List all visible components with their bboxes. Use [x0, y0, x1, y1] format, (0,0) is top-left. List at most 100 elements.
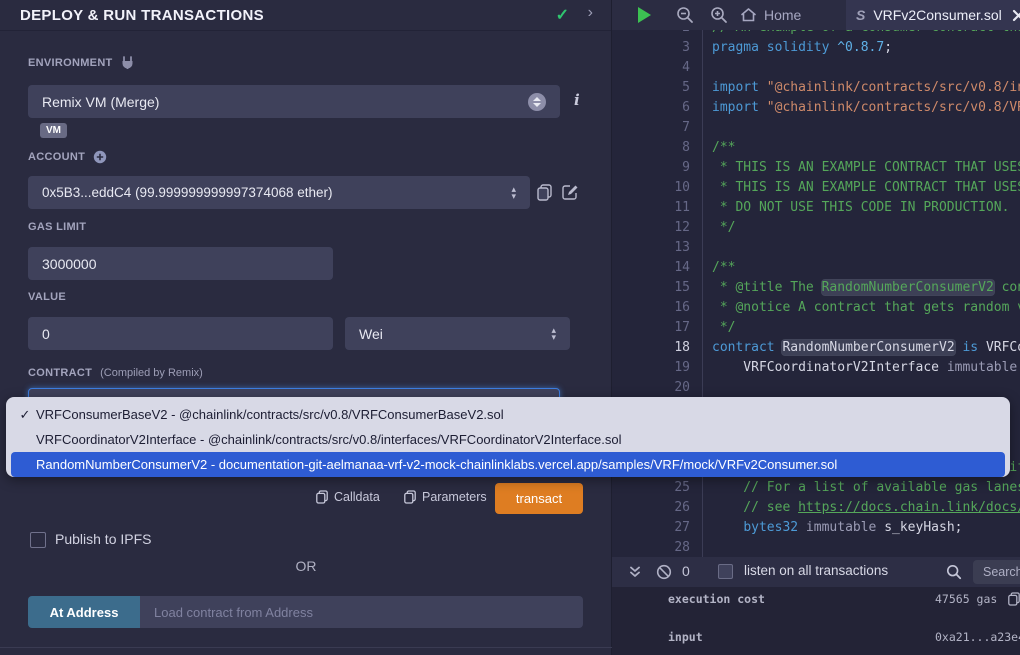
line-number: 4 [612, 58, 690, 78]
code-line: 5import "@chainlink/contracts/src/v0.8/i… [612, 78, 1020, 98]
parameters-action[interactable]: Parameters [404, 490, 487, 504]
line-number: 27 [612, 518, 690, 538]
sign-message-edit-icon[interactable] [562, 184, 579, 201]
code-line: 6import "@chainlink/contracts/src/v0.8/V… [612, 98, 1020, 118]
environment-select[interactable]: Remix VM (Merge) [28, 85, 560, 118]
line-number: 19 [612, 358, 690, 378]
terminal-search-input[interactable] [973, 560, 1020, 584]
code-line: 8/** [612, 138, 1020, 158]
value-unit-stepper-icon: ▴▾ [551, 327, 556, 341]
copy-calldata-icon[interactable] [316, 490, 328, 504]
calldata-action[interactable]: Calldata [316, 490, 380, 504]
line-number: 16 [612, 298, 690, 318]
line-number: 11 [612, 198, 690, 218]
publish-to-ipfs-checkbox[interactable] [30, 532, 46, 548]
code-line: 13 [612, 238, 1020, 258]
account-label: ACCOUNT [28, 151, 85, 163]
code-line: 10 * THIS IS AN EXAMPLE CONTRACT THAT US… [612, 178, 1020, 198]
copy-parameters-icon[interactable] [404, 490, 416, 504]
solidity-file-icon: S [856, 7, 865, 23]
environment-label: ENVIRONMENT [28, 57, 113, 69]
gas-limit-label: GAS LIMIT [28, 221, 86, 233]
contract-dropdown-item-label: RandomNumberConsumerV2 - documentation-g… [36, 457, 837, 472]
account-value: 0x5B3...eddC4 (99.999999999997374068 eth… [42, 185, 511, 200]
home-icon [740, 7, 757, 23]
calldata-label: Calldata [334, 490, 380, 504]
plug-icon [121, 56, 134, 70]
expand-terminal-chevrons-icon[interactable] [628, 565, 642, 579]
collapse-panel-chevron-icon[interactable]: › [588, 4, 593, 22]
at-address-input[interactable] [140, 596, 583, 628]
code-line: 26 // see https://docs.chain.link/docs/v… [612, 498, 1020, 518]
pending-transactions-count: 0 [682, 563, 690, 579]
value-label-row: VALUE [28, 291, 66, 303]
or-separator: OR [0, 558, 612, 574]
terminal-row-key: input [668, 630, 703, 644]
environment-value: Remix VM (Merge) [42, 94, 528, 110]
code-line: 18contract RandomNumberConsumerV2 is VRF… [612, 338, 1020, 358]
panel-header: DEPLOY & RUN TRANSACTIONS ✓ › [0, 0, 611, 31]
editor-region: 2// An example of a consumer contract th… [612, 0, 1020, 655]
code-line: 19 VRFCoordinatorV2Interface immutable C… [612, 358, 1020, 378]
contract-dropdown-item[interactable]: ✓VRFConsumerBaseV2 - @chainlink/contract… [6, 402, 1010, 427]
tab-vrfv2consumer[interactable]: S VRFv2Consumer.sol [846, 0, 1020, 30]
contract-dropdown-item[interactable]: VRFCoordinatorV2Interface - @chainlink/c… [6, 427, 1010, 452]
editor-tabbar: Home S VRFv2Consumer.sol [612, 0, 1020, 30]
line-number: 6 [612, 98, 690, 118]
line-number: 20 [612, 378, 690, 398]
code-line: 12 */ [612, 218, 1020, 238]
copy-icon[interactable] [1008, 592, 1020, 606]
code-line: 2// An example of a consumer contract th… [612, 30, 1020, 38]
gas-limit-label-row: GAS LIMIT [28, 221, 86, 233]
account-select[interactable]: 0x5B3...eddC4 (99.999999999997374068 eth… [28, 176, 530, 209]
code-line: 16 * @notice A contract that gets random… [612, 298, 1020, 318]
line-number: 5 [612, 78, 690, 98]
transact-button[interactable]: transact [495, 483, 583, 514]
code-line: 27 bytes32 immutable s_keyHash; [612, 518, 1020, 538]
compile-success-check-icon: ✓ [556, 5, 569, 25]
contract-dropdown-item-label: VRFConsumerBaseV2 - @chainlink/contracts… [36, 407, 504, 422]
line-number: 13 [612, 238, 690, 258]
contract-sublabel: (Compiled by Remix) [100, 367, 203, 379]
listen-all-transactions-checkbox[interactable] [718, 564, 733, 579]
code-line: 9 * THIS IS AN EXAMPLE CONTRACT THAT USE… [612, 158, 1020, 178]
terminal-row: execution cost47565 gas [612, 592, 1020, 606]
deploy-run-panel: DEPLOY & RUN TRANSACTIONS ✓ › ENVIRONMEN… [0, 0, 612, 655]
value-unit-select[interactable]: Wei ▴▾ [345, 317, 570, 350]
run-script-play-icon[interactable] [638, 7, 651, 23]
contract-dropdown-item[interactable]: RandomNumberConsumerV2 - documentation-g… [11, 452, 1005, 477]
environment-info-icon[interactable]: i [574, 91, 580, 109]
line-number: 2 [612, 30, 690, 38]
contract-label: CONTRACT [28, 367, 92, 379]
environment-label-row: ENVIRONMENT [28, 56, 134, 70]
terminal-search-icon [946, 564, 962, 580]
copy-account-icon[interactable] [537, 184, 552, 201]
account-label-row: ACCOUNT [28, 150, 107, 164]
gas-limit-input[interactable] [28, 247, 333, 280]
terminal-row-value: 0xa21...a23e4 [935, 630, 1020, 644]
code-line: 11 * DO NOT USE THIS CODE IN PRODUCTION. [612, 198, 1020, 218]
tab-home[interactable]: Home [730, 0, 811, 30]
code-editor[interactable]: 2// An example of a consumer contract th… [612, 30, 1020, 557]
terminal-content: execution cost47565 gas input 0xa21...a23e… [612, 587, 1020, 655]
contract-label-row: CONTRACT (Compiled by Remix) [28, 367, 203, 379]
contract-dropdown[interactable]: ✓VRFConsumerBaseV2 - @chainlink/contract… [6, 397, 1010, 477]
line-number: 8 [612, 138, 690, 158]
zoom-out-icon[interactable] [676, 6, 694, 24]
code-line: 28 [612, 538, 1020, 557]
line-number: 10 [612, 178, 690, 198]
at-address-button[interactable]: At Address [28, 596, 140, 628]
zoom-in-icon[interactable] [710, 6, 728, 24]
close-tab-icon[interactable] [1012, 9, 1020, 22]
clear-console-icon[interactable] [656, 564, 672, 580]
active-tab-label: VRFv2Consumer.sol [873, 7, 1001, 23]
code-line: 20 [612, 378, 1020, 398]
code-line: 3pragma solidity ^0.8.7; [612, 38, 1020, 58]
code-line: 14/** [612, 258, 1020, 278]
code-line: 17 */ [612, 318, 1020, 338]
code-line: 7 [612, 118, 1020, 138]
code-line: 4 [612, 58, 1020, 78]
line-number: 7 [612, 118, 690, 138]
value-input[interactable] [28, 317, 333, 350]
add-account-plus-icon[interactable] [93, 150, 107, 164]
